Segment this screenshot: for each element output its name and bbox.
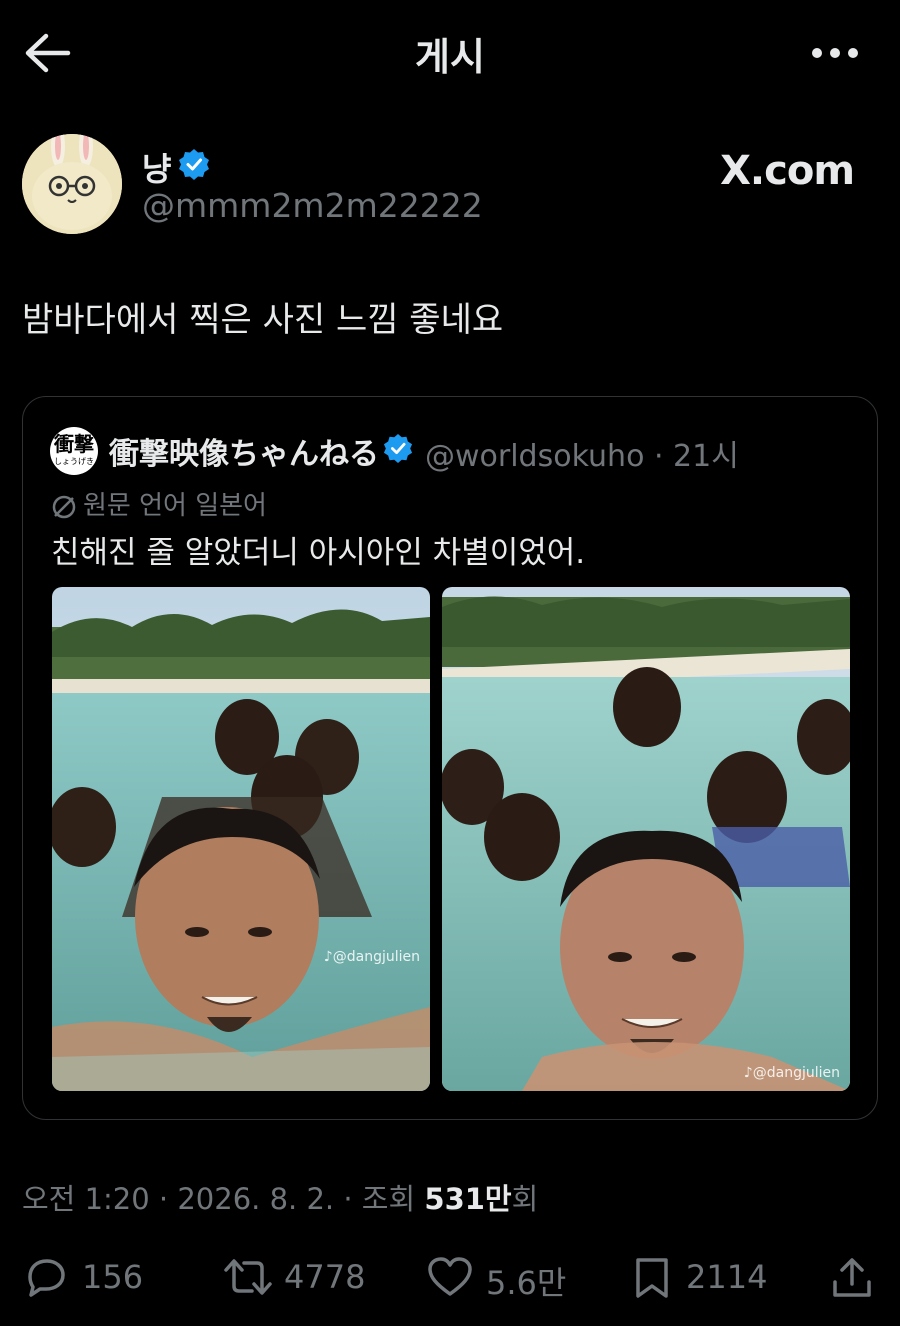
reply-button[interactable]: 156 <box>22 1248 152 1308</box>
repost-count: 4778 <box>284 1258 366 1296</box>
beach-selfie-photo <box>52 587 430 1091</box>
quote-text: 친해진 줄 알았더니 아시아인 차별이었어. <box>51 535 586 571</box>
like-button[interactable]: 5.6만 <box>426 1248 576 1308</box>
reply-icon <box>28 1259 65 1297</box>
post-timestamp: 오전 1:20 · 2026. 8. 2. · 조회 <box>22 1182 425 1216</box>
quoted-post[interactable]: 衝撃 しょうげき 衝撃映像ちゃんねる @worldsokuho · 21시 원문… <box>22 396 878 1120</box>
post-meta: 오전 1:20 · 2026. 8. 2. · 조회 531만회 <box>22 1176 538 1218</box>
repost-button[interactable]: 4778 <box>222 1248 372 1308</box>
avatar[interactable] <box>22 134 122 234</box>
bunny-avatar-icon <box>22 134 122 234</box>
quote-avatar-subtext: しょうげき <box>54 457 94 466</box>
bookmark-icon <box>636 1258 668 1298</box>
x-com-logo: X.com <box>720 148 855 194</box>
quote-author-handle: @worldsokuho · 21시 <box>425 439 739 474</box>
reply-count: 156 <box>82 1258 144 1296</box>
quote-photo-2[interactable]: ♪@dangjulien <box>442 587 850 1091</box>
quote-author-name: 衝撃映像ちゃんねる <box>109 437 379 472</box>
more-options-button[interactable] <box>810 38 860 68</box>
view-count[interactable]: 531만 <box>424 1182 511 1216</box>
beach-selfie-photo <box>442 587 850 1091</box>
bookmark-count: 2114 <box>686 1258 768 1296</box>
bookmark-button[interactable]: 2114 <box>632 1248 772 1308</box>
quote-avatar-text: 衝撃 <box>54 432 94 456</box>
author-handle[interactable]: @mmm2m2m22222 <box>142 186 483 225</box>
ellipsis-icon <box>812 48 858 58</box>
top-bar: 게시 <box>0 0 900 105</box>
share-icon <box>833 1258 871 1297</box>
share-button[interactable] <box>830 1248 876 1308</box>
translate-label[interactable]: 원문 언어 일본어 <box>51 485 267 522</box>
author-name[interactable]: 냥 <box>142 144 171 190</box>
author-row: 냥 @mmm2m2m22222 X.com <box>22 134 878 234</box>
verified-badge-icon <box>383 433 413 463</box>
heart-icon <box>428 1257 472 1296</box>
action-bar: 156 4778 5.6만 2114 <box>0 1248 900 1308</box>
like-count: 5.6만 <box>486 1264 567 1302</box>
view-count-suffix: 회 <box>511 1182 539 1216</box>
translate-icon <box>52 495 76 518</box>
photo-watermark: ♪@dangjulien <box>743 1065 840 1081</box>
photo-watermark: ♪@dangjulien <box>323 949 420 965</box>
verified-badge-icon <box>179 149 209 180</box>
repost-icon <box>224 1259 272 1295</box>
quote-photo-1[interactable]: ♪@dangjulien <box>52 587 430 1091</box>
post-text: 밤바다에서 찍은 사진 느낌 좋네요 <box>22 300 504 340</box>
quote-avatar[interactable]: 衝撃 しょうげき <box>50 427 98 475</box>
page-title: 게시 <box>415 35 485 79</box>
translate-label-text: 원문 언어 일본어 <box>83 491 267 521</box>
